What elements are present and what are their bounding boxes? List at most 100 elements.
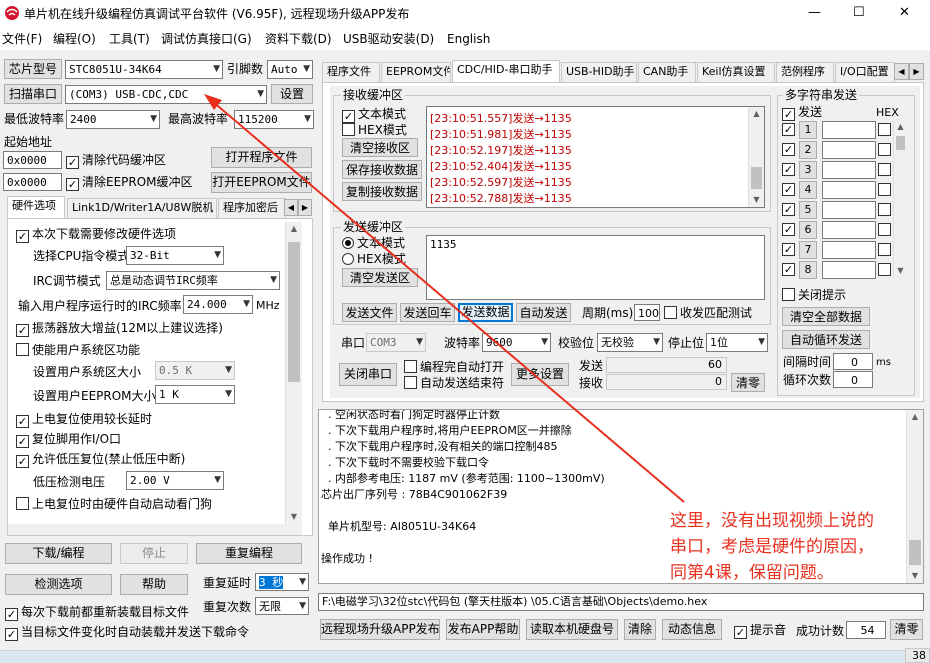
checkbox-unchecked-icon[interactable] xyxy=(878,143,891,156)
stop-bit-select[interactable]: 1位 ▼ xyxy=(706,333,768,352)
help-button[interactable]: 帮助 xyxy=(120,574,188,595)
scroll-thumb[interactable] xyxy=(896,136,905,150)
clear-all-data-button[interactable]: 清空全部数据 xyxy=(782,307,870,326)
recv-text-mode-checkbox[interactable]: ✓ 文本模式 xyxy=(342,106,406,123)
multi-send-input[interactable] xyxy=(822,221,876,239)
menu-usb[interactable]: USB驱动安装(D) xyxy=(343,31,434,47)
tab-keil[interactable]: Keil仿真设置 xyxy=(697,62,775,82)
scan-port-button[interactable]: 扫描串口 xyxy=(4,84,62,104)
cpu-mode-select[interactable]: 32-Bit ▼ xyxy=(126,246,224,265)
clear-log-button[interactable]: 清除 xyxy=(624,619,656,640)
irc-mode-select[interactable]: 总是动态调节IRC频率 ▼ xyxy=(106,271,280,290)
multi-send-scrollbar[interactable]: ▲ ▼ xyxy=(893,120,907,278)
app-help-button[interactable]: 发布APP帮助 xyxy=(446,619,520,640)
tab-io-config[interactable]: I/O口配置 xyxy=(835,62,895,82)
open-program-button[interactable]: 打开程序文件 xyxy=(211,147,312,168)
match-test-checkbox[interactable]: 收发匹配测试 xyxy=(664,305,752,321)
menu-english[interactable]: English xyxy=(447,31,490,47)
reset-success-button[interactable]: 清零 xyxy=(890,619,923,640)
multi-send-index-button[interactable]: 7 xyxy=(799,241,817,259)
auto-loop-send-button[interactable]: 自动循环发送 xyxy=(782,330,870,349)
send-data-button[interactable]: 发送数据 xyxy=(458,303,513,322)
minimize-icon[interactable]: — xyxy=(808,5,821,21)
publish-app-button[interactable]: 远程现场升级APP发布 xyxy=(320,619,440,640)
scroll-down-icon[interactable]: ▼ xyxy=(749,195,764,205)
loop-count-input[interactable]: 0 xyxy=(833,371,873,388)
scroll-thumb[interactable] xyxy=(909,540,921,565)
clear-count-button[interactable]: 清零 xyxy=(731,373,765,392)
copy-receive-button[interactable]: 复制接收数据 xyxy=(342,182,422,201)
checkbox-unchecked-icon[interactable] xyxy=(878,243,891,256)
checkbox-checked-icon[interactable]: ✓ xyxy=(782,223,795,236)
send-cr-button[interactable]: 发送回车 xyxy=(400,303,455,322)
chip-model-select[interactable]: STC8051U-34K64 ▼ xyxy=(65,60,223,79)
chip-model-button[interactable]: 芯片型号 xyxy=(4,59,62,79)
tab-program-file[interactable]: 程序文件 xyxy=(322,62,380,82)
checkbox-checked-icon[interactable]: ✓ xyxy=(782,163,795,176)
serial-port-select[interactable]: COM3 ▼ xyxy=(366,333,426,352)
tab-examples[interactable]: 范例程序 xyxy=(776,62,834,82)
reset-delay-checkbox[interactable]: ✓ 上电复位使用较长延时 xyxy=(16,411,152,428)
checkbox-checked-icon[interactable]: ✓ xyxy=(782,203,795,216)
checkbox-unchecked-icon[interactable] xyxy=(878,183,891,196)
tab-scroll-left-icon[interactable]: ◀ xyxy=(894,63,909,80)
multi-send-index-button[interactable]: 3 xyxy=(799,161,817,179)
lvr-volt-select[interactable]: 2.00 V ▼ xyxy=(126,471,224,490)
send-textarea[interactable]: 1135 xyxy=(426,235,765,300)
open-eeprom-button[interactable]: 打开EEPROM文件 xyxy=(211,172,312,193)
repeat-count-select[interactable]: 无限 ▼ xyxy=(255,597,309,615)
stop-button[interactable]: 停止 xyxy=(120,543,188,564)
repeat-delay-select[interactable]: 3 秒 ▼ xyxy=(255,573,309,591)
save-receive-button[interactable]: 保存接收数据 xyxy=(342,160,422,179)
menu-tools[interactable]: 工具(T) xyxy=(109,31,150,47)
clear-send-button[interactable]: 清空发送区 xyxy=(342,268,418,287)
tab-scroll-left-icon[interactable]: ◀ xyxy=(284,199,298,216)
eeprom-address-input[interactable]: 0x0000 xyxy=(3,173,62,191)
download-button[interactable]: 下载/编程 xyxy=(5,543,112,564)
multi-send-index-button[interactable]: 6 xyxy=(799,221,817,239)
menu-file[interactable]: 文件(F) xyxy=(2,31,42,47)
osc-gain-checkbox[interactable]: ✓ 振荡器放大增益(12M以上建议选择) xyxy=(16,320,223,337)
maximize-icon[interactable]: ☐ xyxy=(853,5,865,21)
baud-select[interactable]: 9600 ▼ xyxy=(482,333,551,352)
multi-send-input[interactable] xyxy=(822,241,876,259)
multi-send-index-button[interactable]: 4 xyxy=(799,181,817,199)
irc-freq-select[interactable]: 24.000 ▼ xyxy=(183,295,253,314)
h-scrollbar[interactable] xyxy=(8,524,302,535)
min-baud-select[interactable]: 2400 ▼ xyxy=(66,110,160,129)
recv-hex-mode-checkbox[interactable]: HEX模式 xyxy=(342,122,407,138)
code-address-input[interactable]: 0x0000 xyxy=(3,151,62,169)
checkbox-checked-icon[interactable]: ✓ xyxy=(782,143,795,156)
auto-reload-checkbox[interactable]: ✓ 当目标文件变化时自动装载并发送下载命令 xyxy=(5,624,249,641)
max-baud-select[interactable]: 115200 ▼ xyxy=(234,110,314,129)
receive-textarea[interactable]: [23:10:51.557]发送→1135 [23:10:51.981]发送→11… xyxy=(426,106,765,208)
hardware-scrollbar[interactable]: ▲ ▼ xyxy=(285,222,302,524)
auto-send-button[interactable]: 自动发送 xyxy=(516,303,571,322)
menu-program[interactable]: 编程(O) xyxy=(53,31,96,47)
tab-scroll-right-icon[interactable]: ▶ xyxy=(909,63,924,80)
scroll-down-icon[interactable]: ▼ xyxy=(286,512,302,522)
multi-send-input[interactable] xyxy=(822,121,876,139)
tab-offline-writer[interactable]: Link1D/Writer1A/U8W脱机 xyxy=(67,198,217,218)
wdt-checkbox[interactable]: 上电复位时由硬件自动启动看门狗 xyxy=(16,496,212,512)
multi-send-index-button[interactable]: 2 xyxy=(799,141,817,159)
scroll-up-icon[interactable]: ▲ xyxy=(907,412,923,422)
more-settings-button[interactable]: 更多设置 xyxy=(511,363,569,386)
multi-send-input[interactable] xyxy=(822,181,876,199)
checkbox-unchecked-icon[interactable] xyxy=(878,163,891,176)
modify-hw-checkbox[interactable]: ✓ 本次下载需要修改硬件选项 xyxy=(16,226,176,243)
settings-button[interactable]: 设置 xyxy=(271,84,313,104)
checkbox-checked-icon[interactable]: ✓ xyxy=(782,183,795,196)
menu-download[interactable]: 资料下载(D) xyxy=(265,31,332,47)
scroll-thumb[interactable] xyxy=(288,242,300,382)
user-eeprom-select[interactable]: 1 K ▼ xyxy=(155,385,235,404)
period-input[interactable]: 100 xyxy=(634,304,660,321)
send-hex-mode-radio[interactable]: HEX模式 xyxy=(342,251,406,267)
tab-can[interactable]: CAN助手 xyxy=(638,62,696,82)
scroll-thumb[interactable] xyxy=(751,167,762,189)
reprogram-button[interactable]: 重复编程 xyxy=(196,543,302,564)
tab-usb-hid[interactable]: USB-HID助手 xyxy=(561,62,637,82)
lvr-checkbox[interactable]: ✓ 允许低压复位(禁止低压中断) xyxy=(16,451,185,468)
send-file-button[interactable]: 发送文件 xyxy=(342,303,397,322)
multi-send-index-button[interactable]: 5 xyxy=(799,201,817,219)
